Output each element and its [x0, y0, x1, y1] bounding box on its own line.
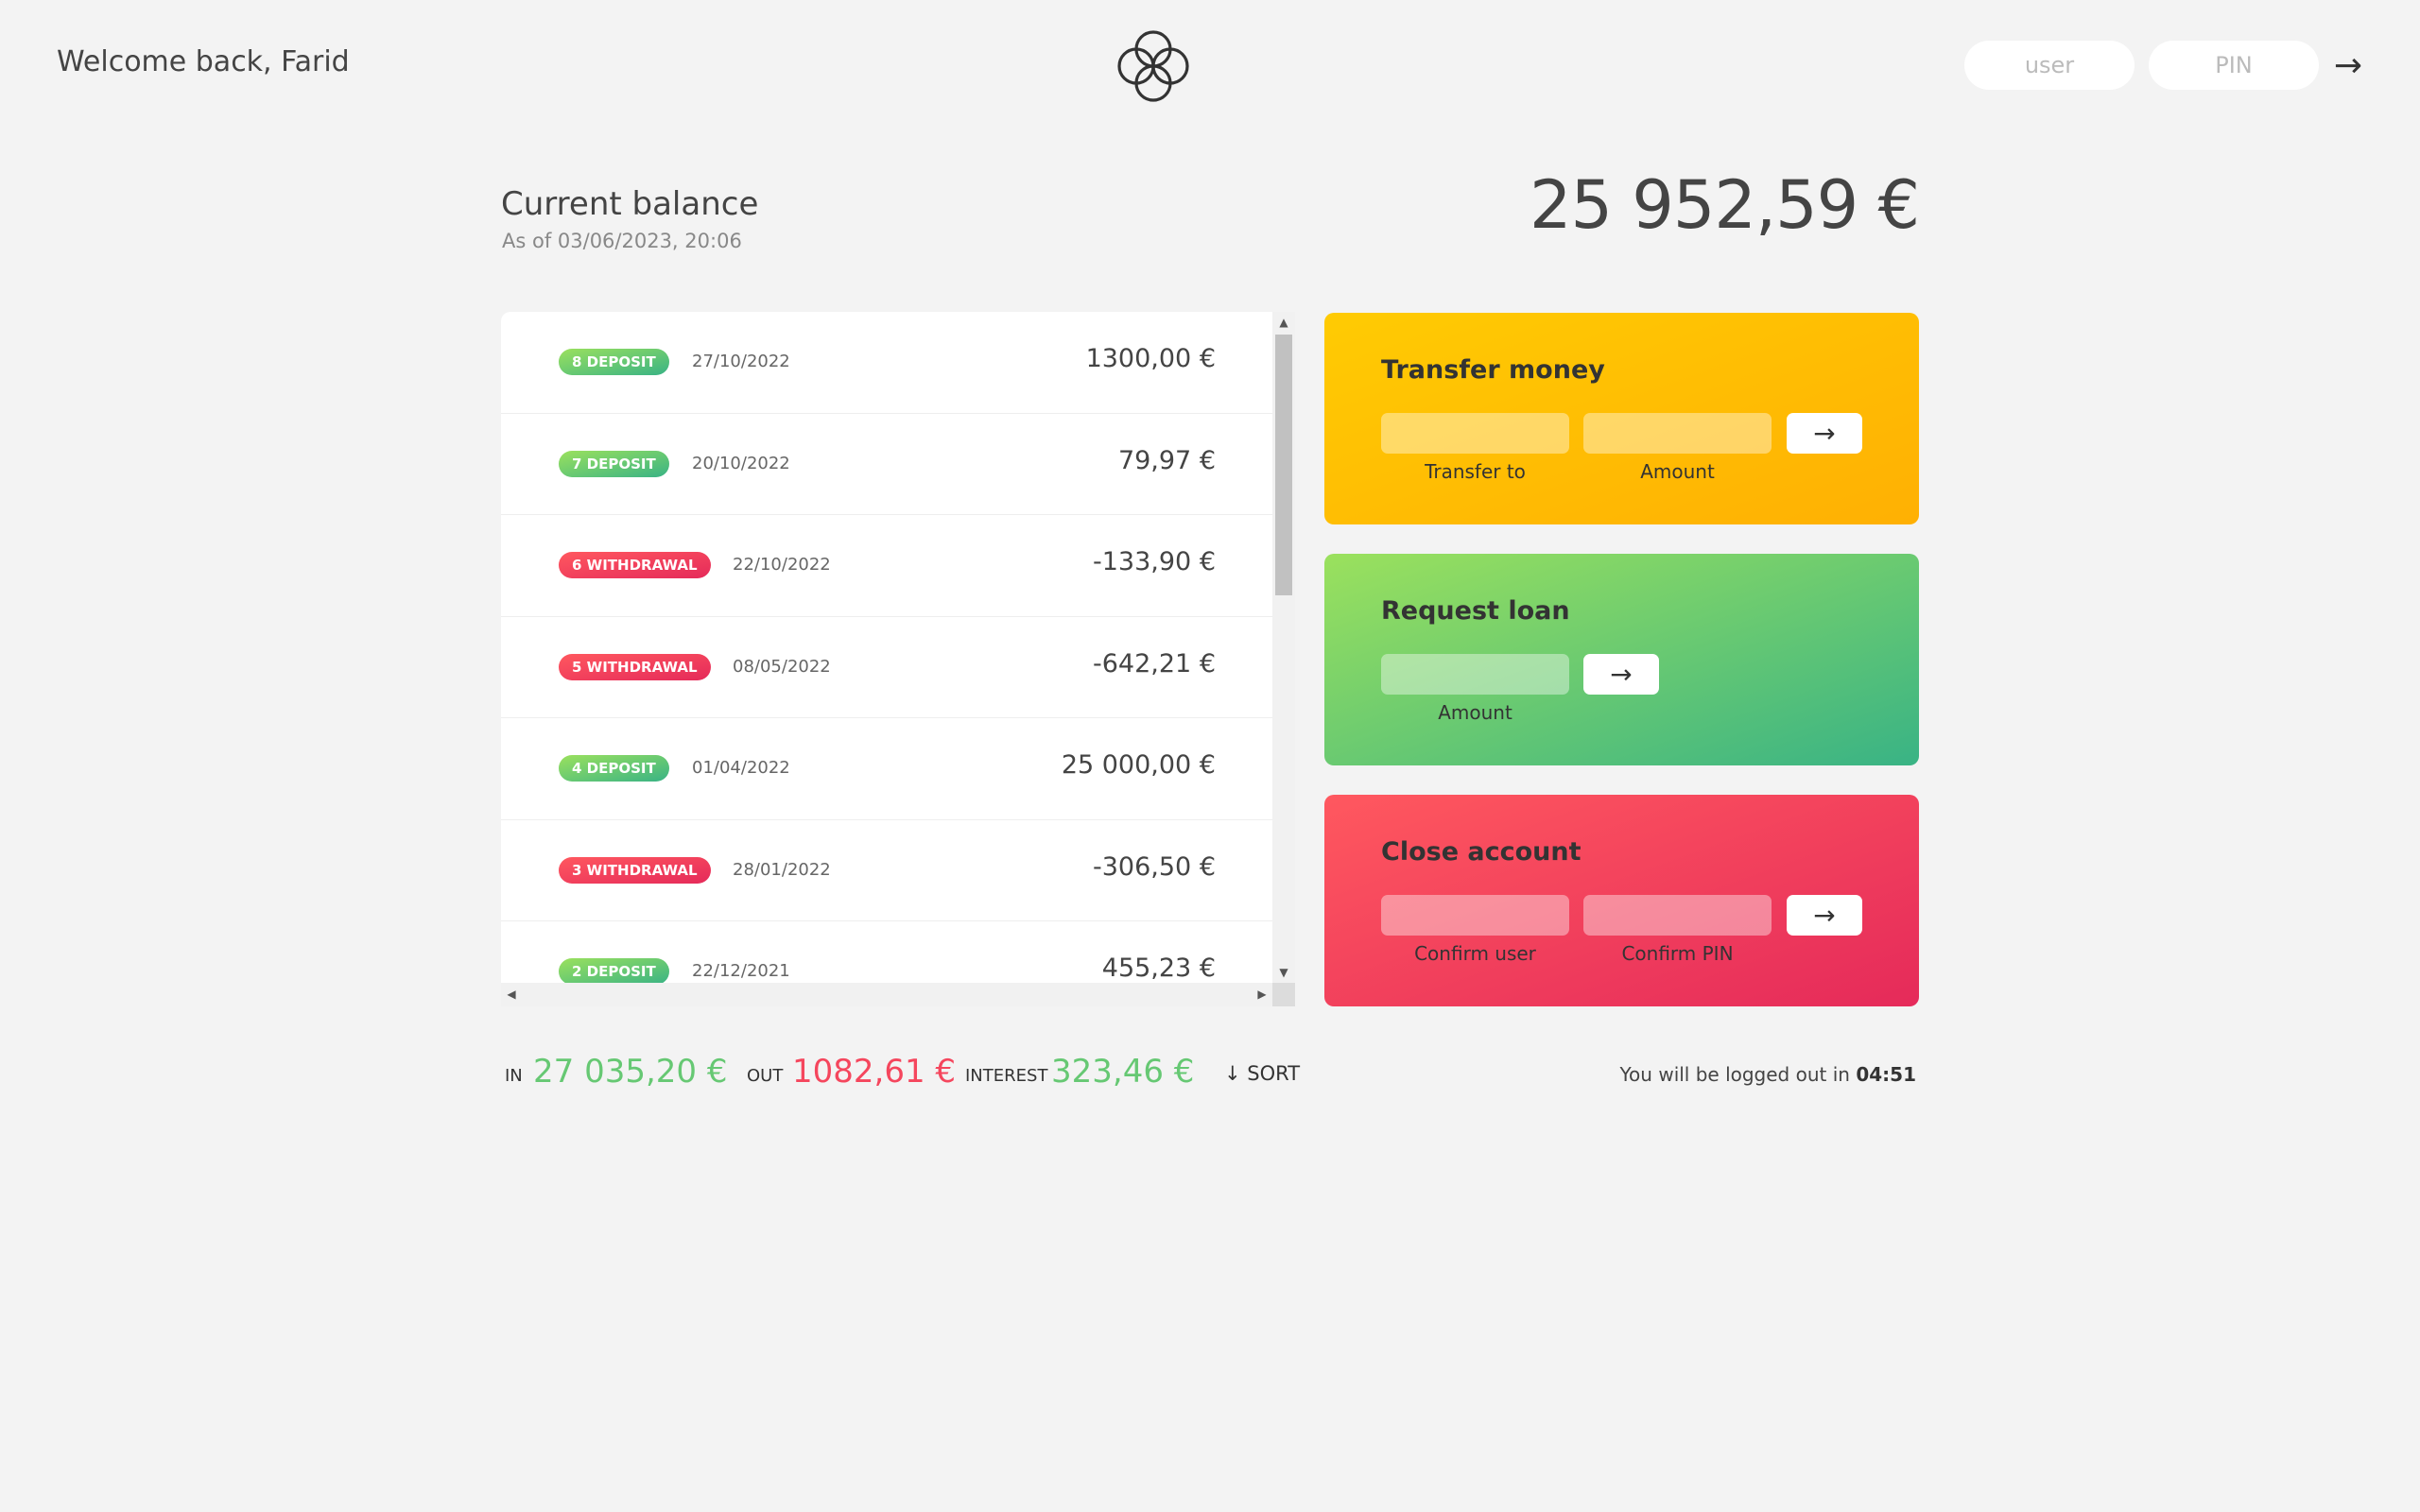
movement-value: -642,21 €: [1093, 648, 1216, 679]
login-button[interactable]: →: [2327, 43, 2369, 87]
movement-type-badge: 5 WITHDRAWAL: [559, 653, 711, 680]
scroll-down-arrow-icon[interactable]: ▼: [1272, 962, 1295, 983]
request-loan-card: Request loan → Amount: [1324, 554, 1919, 765]
scrollbar-thumb[interactable]: [1275, 335, 1292, 595]
movement-value: 79,97 €: [1117, 445, 1216, 475]
movement-value: -306,50 €: [1093, 851, 1216, 882]
movement-date: 01/04/2022: [692, 758, 790, 778]
close-pin-label: Confirm PIN: [1621, 942, 1734, 965]
movement-type-badge: 4 DEPOSIT: [559, 755, 669, 782]
scroll-left-arrow-icon[interactable]: ◀: [501, 983, 522, 1006]
balance-label: Current balance: [501, 185, 759, 223]
welcome-message: Welcome back, Farid: [57, 45, 350, 78]
logout-text: You will be logged out in: [1619, 1063, 1857, 1086]
movements-list: 8 DEPOSIT 27/10/2022 1300,00 € 7 DEPOSIT 20/…: [501, 312, 1272, 983]
movement-row: 6 WITHDRAWAL 22/10/2022 -133,90 €: [501, 515, 1272, 617]
vertical-scrollbar[interactable]: ▲ ▼: [1272, 312, 1295, 983]
login-pin-input[interactable]: [2149, 41, 2319, 90]
bankist-app: Welcome back, Farid → Current balance As…: [0, 0, 2420, 1512]
movement-date: 28/01/2022: [733, 859, 831, 880]
logout-timer: 04:51: [1856, 1063, 1916, 1086]
movement-type-badge: 8 DEPOSIT: [559, 349, 669, 375]
summary-out-label: Out: [747, 1066, 784, 1086]
login-user-input[interactable]: [1964, 41, 2135, 90]
close-title: Close account: [1381, 837, 1582, 867]
transfer-submit-button[interactable]: →: [1787, 413, 1862, 454]
scroll-up-arrow-icon[interactable]: ▲: [1272, 312, 1295, 333]
movement-type-badge: 7 DEPOSIT: [559, 450, 669, 477]
loan-submit-button[interactable]: →: [1583, 654, 1659, 695]
transfer-amount-input[interactable]: [1583, 413, 1772, 454]
movement-row: 7 DEPOSIT 20/10/2022 79,97 €: [501, 414, 1272, 515]
movement-type-badge: 3 WITHDRAWAL: [559, 856, 711, 884]
movements-panel[interactable]: 8 DEPOSIT 27/10/2022 1300,00 € 7 DEPOSIT 20/…: [501, 312, 1295, 1006]
movement-date: 22/12/2021: [692, 961, 790, 981]
close-user-input[interactable]: [1381, 895, 1569, 936]
summary-out-value: 1082,61 €: [792, 1053, 957, 1091]
movement-row: 5 WITHDRAWAL 08/05/2022 -642,21 €: [501, 617, 1272, 718]
summary-in-label: In: [505, 1066, 523, 1086]
movement-value: 1300,00 €: [1085, 344, 1216, 373]
movement-date: 20/10/2022: [692, 453, 790, 473]
movement-date: 08/05/2022: [733, 656, 831, 677]
summary-interest-label: Interest: [965, 1066, 1048, 1086]
movement-type-badge: 2 DEPOSIT: [559, 958, 669, 983]
close-pin-input[interactable]: [1583, 895, 1772, 936]
movement-row: 4 DEPOSIT 01/04/2022 25 000,00 €: [501, 718, 1272, 820]
loan-title: Request loan: [1381, 596, 1570, 626]
movement-value: 455,23 €: [1101, 954, 1216, 983]
scrollbar-corner: [1272, 983, 1295, 1006]
sort-button[interactable]: ↓ SORT: [1224, 1062, 1300, 1085]
horizontal-scrollbar[interactable]: ◀ ▶: [501, 983, 1272, 1006]
balance-value: 25 952,59 €: [1529, 166, 1920, 244]
movement-value: 25 000,00 €: [1061, 750, 1216, 780]
summary-interest-value: 323,46 €: [1051, 1053, 1195, 1091]
loan-amount-label: Amount: [1438, 701, 1512, 724]
balance-date: As of 03/06/2023, 20:06: [502, 230, 742, 252]
scroll-right-arrow-icon[interactable]: ▶: [1252, 983, 1272, 1006]
transfer-title: Transfer money: [1381, 355, 1605, 385]
summary-in-value: 27 035,20 €: [533, 1053, 728, 1091]
movement-row: 2 DEPOSIT 22/12/2021 455,23 €: [501, 921, 1272, 983]
transfer-amount-label: Amount: [1640, 460, 1715, 483]
movement-row: 8 DEPOSIT 27/10/2022 1300,00 €: [501, 312, 1272, 414]
movement-value: -133,90 €: [1093, 547, 1216, 576]
movement-date: 27/10/2022: [692, 352, 790, 371]
close-submit-button[interactable]: →: [1787, 895, 1862, 936]
transfer-to-label: Transfer to: [1425, 460, 1526, 483]
loan-amount-input[interactable]: [1381, 654, 1569, 695]
logout-timer-text: You will be logged out in 04:51: [1620, 1063, 1917, 1086]
close-account-card: Close account → Confirm user Confirm PIN: [1324, 795, 1919, 1006]
movement-row: 3 WITHDRAWAL 28/01/2022 -306,50 €: [501, 820, 1272, 921]
movement-type-badge: 6 WITHDRAWAL: [559, 552, 711, 578]
transfer-money-card: Transfer money → Transfer to Amount: [1324, 313, 1919, 524]
close-user-label: Confirm user: [1414, 942, 1536, 965]
logo-icon: [1117, 30, 1189, 102]
transfer-to-input[interactable]: [1381, 413, 1569, 454]
movement-date: 22/10/2022: [733, 555, 831, 575]
